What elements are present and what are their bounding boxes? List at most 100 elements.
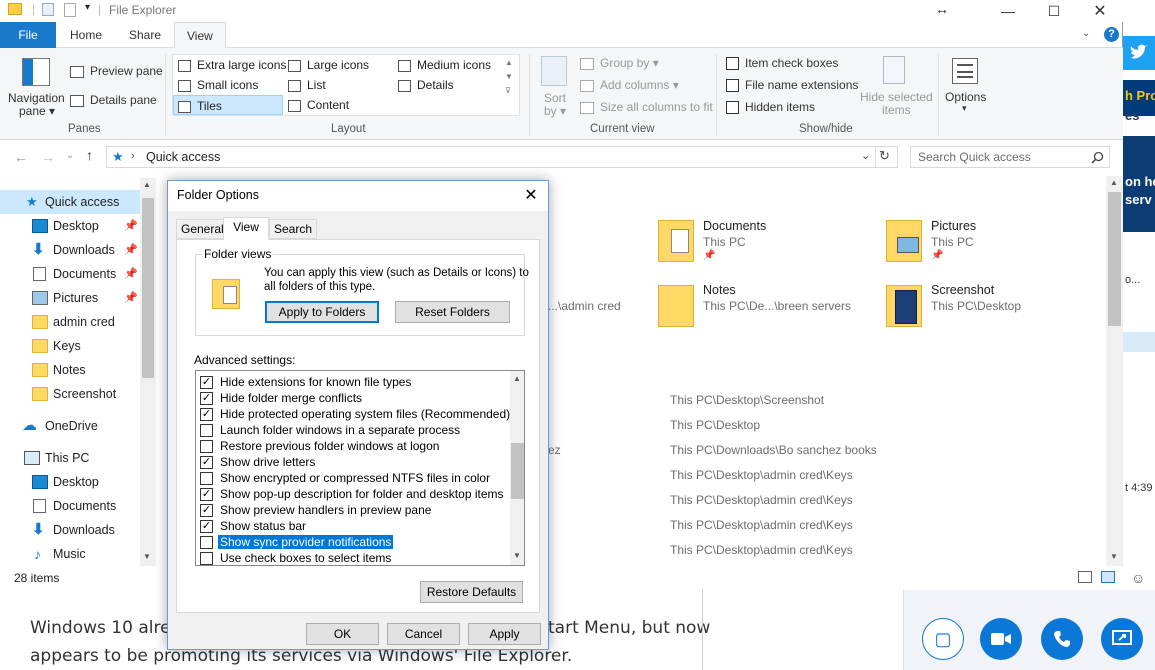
tab-share[interactable]: Share bbox=[117, 22, 173, 48]
tab-general[interactable]: General bbox=[176, 219, 229, 239]
customize-qat-icon[interactable]: ▾ bbox=[85, 2, 90, 13]
maximize-button[interactable]: ☐ bbox=[1031, 0, 1077, 22]
advanced-setting-row[interactable]: ✓ Show status bar bbox=[200, 518, 308, 534]
nav-pictures[interactable]: Pictures 📌 bbox=[0, 286, 140, 310]
advanced-setting-row[interactable]: ✓ Show preview handlers in preview pane bbox=[200, 502, 433, 518]
dialog-close-button[interactable]: ✕ bbox=[520, 185, 542, 207]
advanced-setting-checkbox[interactable] bbox=[200, 472, 213, 485]
advanced-setting-row[interactable]: Use check boxes to select items bbox=[200, 550, 393, 565]
share-screen-icon[interactable] bbox=[1101, 618, 1143, 660]
tab-home[interactable]: Home bbox=[58, 22, 114, 48]
notes-folder-icon[interactable] bbox=[658, 285, 694, 327]
advanced-setting-checkbox[interactable]: ✓ bbox=[200, 392, 213, 405]
add-columns-button[interactable]: Add columns ▾ bbox=[580, 78, 679, 92]
twitter-icon[interactable] bbox=[1123, 36, 1155, 70]
tab-search[interactable]: Search bbox=[269, 219, 318, 239]
nav-notes[interactable]: Notes bbox=[0, 358, 140, 382]
hidden-items[interactable]: Hidden items bbox=[726, 100, 815, 115]
content-scrollbar[interactable]: ▲ ▼ bbox=[1106, 176, 1123, 566]
breadcrumb[interactable]: Quick access bbox=[146, 150, 220, 164]
advanced-settings-list[interactable]: ✓ Hide extensions for known file types ✓ Hi… bbox=[195, 370, 525, 566]
minimize-button[interactable]: — bbox=[985, 0, 1031, 22]
nav-screenshot[interactable]: Screenshot bbox=[0, 382, 140, 406]
advanced-setting-row[interactable]: ✓ Hide folder merge conflicts bbox=[200, 390, 364, 406]
forward-icon[interactable]: → bbox=[41, 149, 55, 165]
new-folder-icon[interactable] bbox=[64, 3, 76, 17]
advanced-setting-checkbox[interactable]: ✓ bbox=[200, 488, 213, 501]
nav-downloads[interactable]: ⬇ Downloads 📌 bbox=[0, 238, 140, 262]
sort-by-label[interactable]: Sort bbox=[544, 91, 566, 105]
nav-keys[interactable]: Keys bbox=[0, 334, 140, 358]
documents-folder-icon[interactable] bbox=[658, 220, 694, 262]
address-bar[interactable]: ★ › Quick access ⌄ ↻ bbox=[106, 146, 898, 168]
tile-pictures-name[interactable]: Pictures bbox=[931, 219, 976, 233]
recent-locations-icon[interactable]: ⌄ bbox=[66, 150, 74, 161]
help-icon[interactable]: ? bbox=[1104, 27, 1119, 42]
advanced-setting-row[interactable]: ✓ Hide extensions for known file types bbox=[200, 374, 413, 390]
layout-details[interactable]: Details bbox=[394, 75, 454, 95]
nav-pc-documents[interactable]: Documents bbox=[0, 494, 140, 518]
video-call-icon[interactable] bbox=[980, 618, 1022, 660]
advanced-setting-row[interactable]: ✓ Show drive letters bbox=[200, 454, 317, 470]
close-button[interactable]: ✕ bbox=[1077, 0, 1123, 22]
advanced-setting-checkbox[interactable]: ✓ bbox=[200, 408, 213, 421]
nav-pc-desktop[interactable]: Desktop bbox=[0, 470, 140, 494]
tile-documents-name[interactable]: Documents bbox=[703, 219, 766, 233]
layout-large[interactable]: Large icons bbox=[284, 55, 369, 75]
advanced-setting-checkbox[interactable]: ✓ bbox=[200, 376, 213, 389]
refresh-icon[interactable]: ↻ bbox=[879, 148, 890, 164]
layout-scroll-icon[interactable]: ▲ ▼ ⊽ bbox=[505, 56, 513, 98]
item-check-boxes[interactable]: Item check boxes bbox=[726, 56, 838, 71]
layout-list[interactable]: List bbox=[284, 75, 326, 95]
screenshot-folder-icon[interactable] bbox=[886, 285, 922, 327]
apply-to-folders-button[interactable]: Apply to Folders bbox=[265, 301, 379, 323]
advanced-setting-row[interactable]: ✓ Hide protected operating system files (… bbox=[200, 406, 512, 422]
options-icon[interactable] bbox=[952, 58, 978, 84]
advanced-setting-checkbox[interactable] bbox=[200, 424, 213, 437]
options-dropdown-icon[interactable]: ▾ bbox=[962, 103, 967, 114]
layout-tiles[interactable]: Tiles bbox=[173, 95, 283, 115]
nav-desktop[interactable]: Desktop 📌 bbox=[0, 214, 140, 238]
navigation-pane-icon[interactable] bbox=[22, 58, 50, 86]
layout-small[interactable]: Small icons bbox=[174, 75, 258, 95]
advanced-setting-checkbox[interactable]: ✓ bbox=[200, 504, 213, 517]
tab-file[interactable]: File bbox=[0, 22, 56, 48]
advanced-setting-checkbox[interactable] bbox=[200, 552, 213, 565]
advanced-setting-row[interactable]: Show encrypted or compressed NTFS files … bbox=[200, 470, 492, 486]
hide-selected-icon[interactable] bbox=[883, 56, 905, 84]
back-icon[interactable]: ← bbox=[14, 149, 28, 165]
nav-pc-downloads[interactable]: ⬇ Downloads bbox=[0, 518, 140, 542]
nav-quick-access[interactable]: ★ Quick access bbox=[0, 190, 140, 214]
emoji-icon[interactable]: ☺ bbox=[1131, 570, 1145, 586]
details-view-icon[interactable] bbox=[1078, 571, 1092, 583]
restore-defaults-button[interactable]: Restore Defaults bbox=[420, 581, 523, 603]
navigation-pane-label2[interactable]: pane ▾ bbox=[19, 104, 55, 118]
properties-icon[interactable] bbox=[42, 3, 54, 16]
advanced-setting-row[interactable]: Restore previous folder windows at logon bbox=[200, 438, 441, 454]
hide-selected-label[interactable]: Hide selected bbox=[860, 90, 933, 104]
tab-view[interactable]: View bbox=[174, 22, 226, 48]
navigation-pane-label[interactable]: Navigation bbox=[8, 91, 65, 105]
preview-pane-button[interactable]: Preview pane bbox=[70, 64, 163, 78]
nav-this-pc[interactable]: This PC bbox=[0, 446, 140, 470]
size-columns-button[interactable]: Size all columns to fit bbox=[580, 100, 713, 114]
reset-folders-button[interactable]: Reset Folders bbox=[395, 301, 510, 323]
collapse-ribbon-icon[interactable]: ⌄ bbox=[1082, 28, 1090, 39]
phone-call-icon[interactable] bbox=[1041, 618, 1083, 660]
advanced-setting-checkbox[interactable]: ✓ bbox=[200, 520, 213, 533]
search-input[interactable]: Search Quick access bbox=[918, 150, 1031, 164]
nav-documents[interactable]: Documents 📌 bbox=[0, 262, 140, 286]
cancel-button[interactable]: Cancel bbox=[387, 623, 460, 645]
breadcrumb-chevron-icon[interactable]: › bbox=[131, 150, 135, 162]
tile-notes-name[interactable]: Notes bbox=[703, 283, 736, 297]
address-dropdown-icon[interactable]: ⌄ bbox=[861, 149, 870, 162]
tab-view[interactable]: View bbox=[223, 217, 269, 240]
nav-scrollbar[interactable]: ▲ ▼ bbox=[140, 178, 156, 566]
apply-button[interactable]: Apply bbox=[468, 623, 541, 645]
group-by-button[interactable]: Group by ▾ bbox=[580, 56, 659, 70]
advanced-setting-row[interactable]: Launch folder windows in a separate proc… bbox=[200, 422, 462, 438]
advanced-setting-row[interactable]: Show sync provider notifications bbox=[200, 534, 394, 550]
advanced-list-scrollbar[interactable]: ▲ ▼ bbox=[510, 371, 524, 565]
advanced-setting-row[interactable]: ✓ Show pop-up description for folder and … bbox=[200, 486, 506, 502]
up-icon[interactable]: ↑ bbox=[86, 147, 93, 163]
